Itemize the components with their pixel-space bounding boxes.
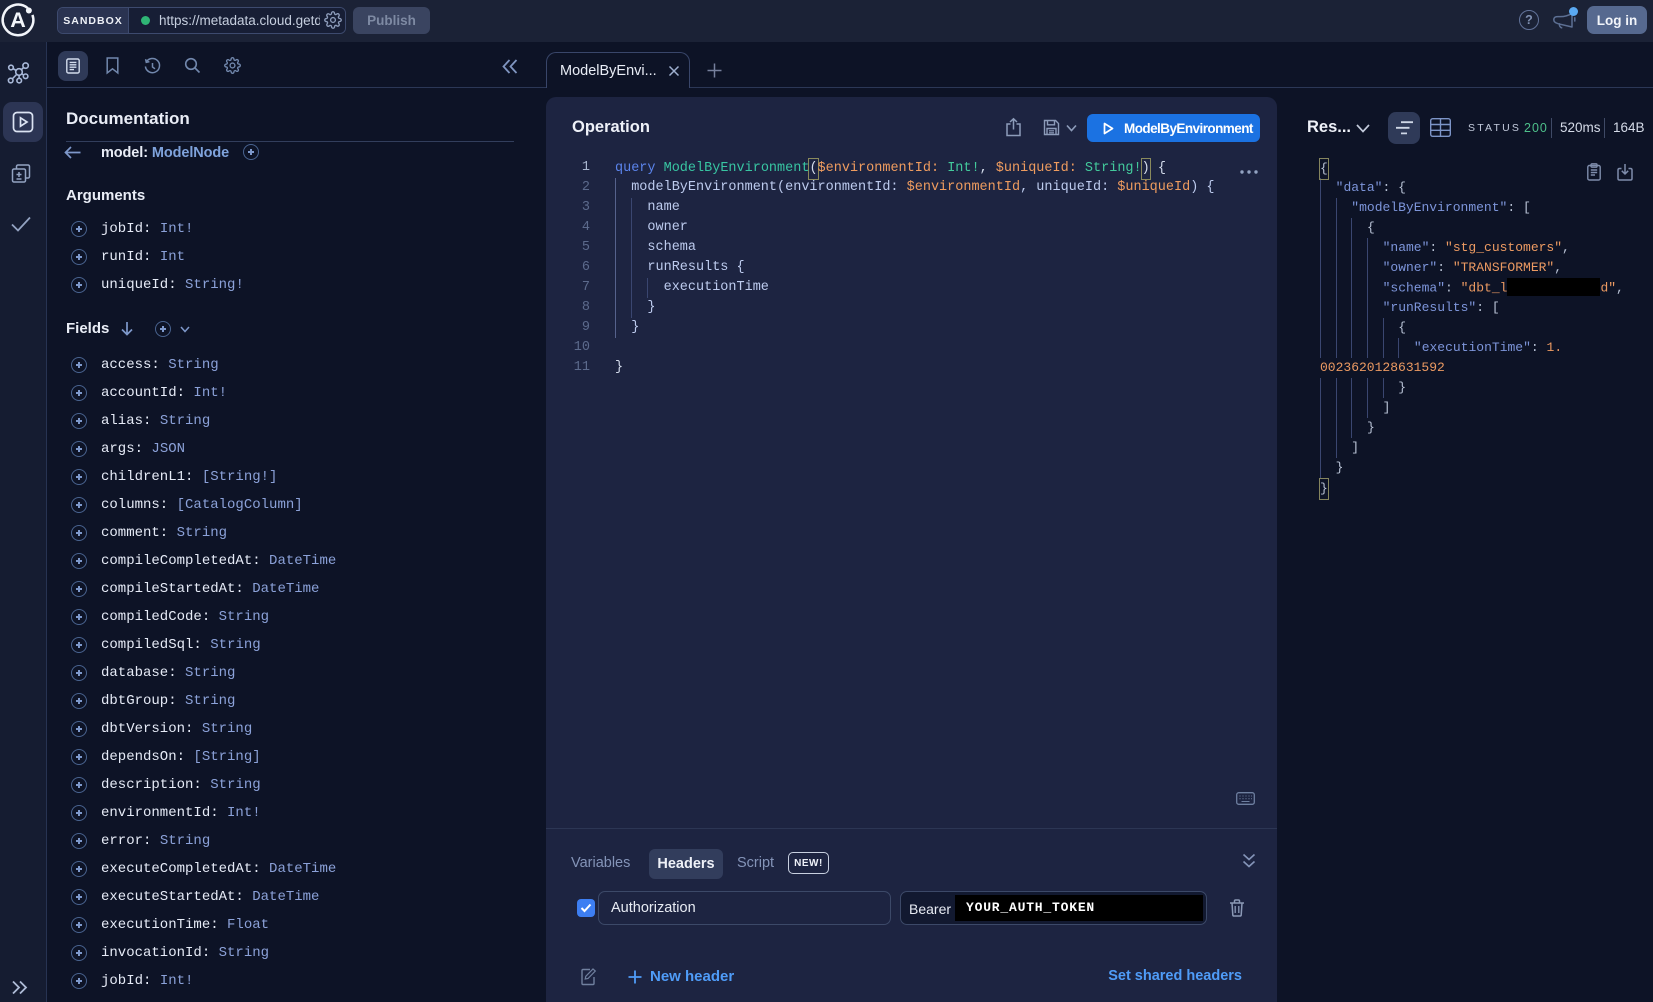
svg-text:A: A: [10, 8, 26, 32]
